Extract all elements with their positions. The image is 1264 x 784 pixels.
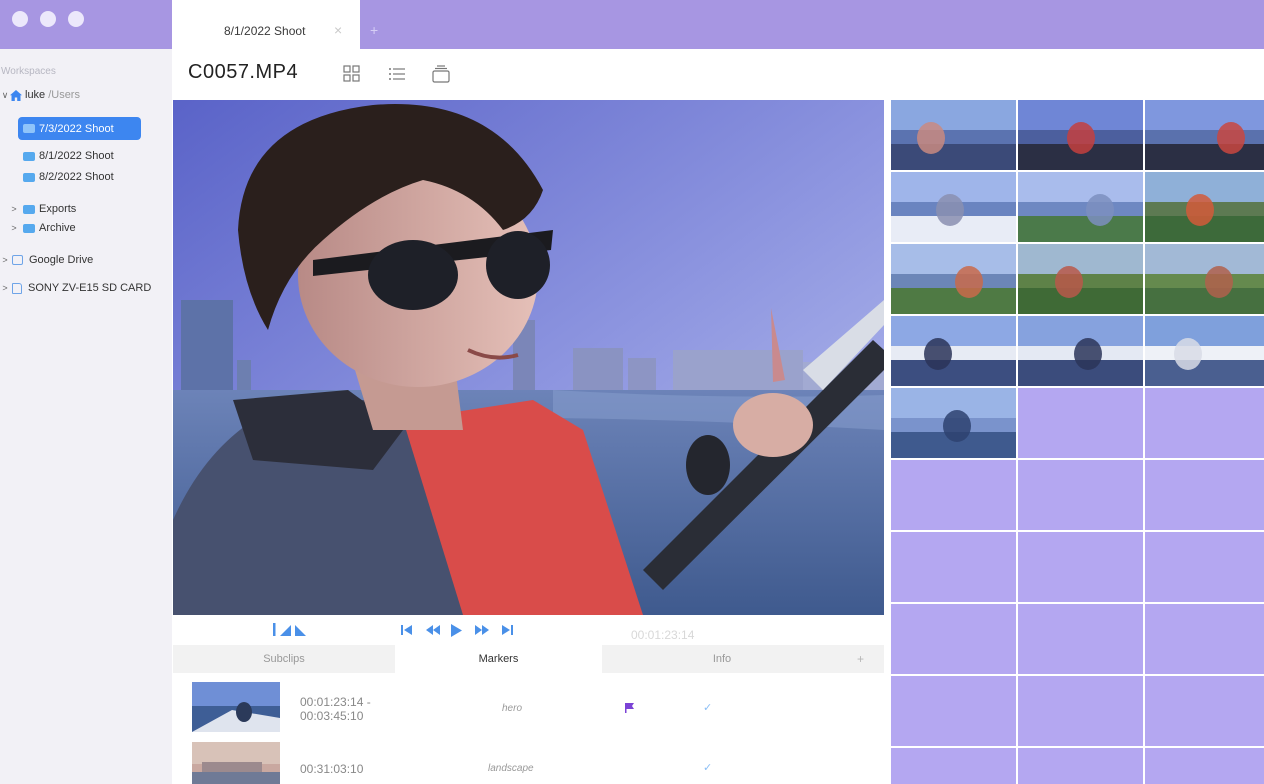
stack-view-icon[interactable] — [431, 65, 451, 83]
folder-icon — [23, 223, 35, 233]
clip-thumbnail[interactable] — [891, 316, 1016, 386]
clip-thumbnail[interactable] — [1018, 172, 1143, 242]
sidebar-item-label: 7/3/2022 Shoot — [39, 122, 114, 135]
tab-info[interactable]: Info — [602, 645, 842, 673]
empty-thumbnail-slot — [1145, 388, 1264, 458]
empty-thumbnail-slot — [1145, 676, 1264, 746]
chevron-down-icon[interactable]: ∨ — [0, 90, 10, 101]
folder-icon — [23, 151, 35, 161]
clip-thumbnail[interactable] — [1145, 244, 1264, 314]
sidebar-item-label: Google Drive — [29, 254, 94, 266]
tab-markers[interactable]: Markers — [395, 645, 602, 673]
check-icon[interactable]: ✓ — [703, 761, 712, 774]
tab-close-icon[interactable]: × — [334, 22, 342, 38]
empty-thumbnail-slot — [891, 676, 1016, 746]
sidebar-heading: Workspaces — [1, 66, 56, 77]
sidebar-item-label: Exports — [39, 203, 77, 215]
clip-thumbnail[interactable] — [1145, 172, 1264, 242]
clip-thumbnail[interactable] — [891, 172, 1016, 242]
empty-thumbnail-slot — [1018, 604, 1143, 674]
sd-card-icon — [12, 282, 22, 294]
close-window-button[interactable] — [12, 11, 28, 27]
sidebar-item-7-3-2022-shoot[interactable]: 7/3/2022 Shoot — [18, 117, 141, 140]
clip-thumbnail[interactable] — [1145, 100, 1264, 170]
sidebar-item-google-drive[interactable]: > Google Drive — [0, 250, 93, 270]
empty-thumbnail-slot — [1145, 460, 1264, 530]
timecode-display: 00:01:23:14 — [631, 628, 695, 642]
marker-thumbnail — [192, 682, 280, 732]
sidebar-item-sd-card[interactable]: > SONY ZV-E15 SD CARD — [0, 278, 151, 298]
marker-time-start: 00:31:03:10 — [300, 762, 364, 776]
video-frame-image — [173, 100, 884, 615]
minimize-window-button[interactable] — [40, 11, 56, 27]
table-row[interactable]: 00:31:03:10 landscape ✓ — [173, 740, 884, 784]
folder-icon — [23, 124, 35, 133]
folder-icon — [23, 204, 35, 214]
sidebar-item-8-1-2022-shoot[interactable]: 8/1/2022 Shoot — [23, 146, 114, 166]
video-preview[interactable] — [173, 100, 884, 615]
sidebar-item-label: SONY ZV-E15 SD CARD — [28, 282, 152, 294]
tab-subclips[interactable]: Subclips — [173, 645, 395, 673]
user-name: luke — [25, 89, 46, 101]
sidebar-item-user-home[interactable]: ∨ luke /Users — [0, 85, 80, 105]
thumbnail-grid — [890, 100, 1264, 784]
folder-icon — [23, 172, 35, 182]
marker-label: hero — [502, 703, 523, 714]
mark-in-out-icon[interactable] — [273, 623, 313, 637]
marker-time-start: 00:01:23:14 - — [300, 695, 371, 709]
marker-label: landscape — [488, 763, 534, 774]
drive-icon — [12, 255, 23, 265]
clip-thumbnail[interactable] — [1145, 316, 1264, 386]
tab-8-1-2022-shoot[interactable]: 8/1/2022 Shoot × — [172, 0, 360, 49]
grid-view-icon[interactable] — [342, 65, 362, 83]
clip-thumbnail[interactable] — [1018, 244, 1143, 314]
new-tab-button[interactable]: + — [370, 22, 378, 38]
clip-thumbnail[interactable] — [891, 244, 1016, 314]
table-row[interactable]: 00:01:23:14 - 00:03:45:10 hero ✓ — [173, 680, 884, 738]
empty-thumbnail-slot — [891, 748, 1016, 784]
chevron-right-icon[interactable]: > — [9, 223, 19, 233]
empty-thumbnail-slot — [1145, 748, 1264, 784]
clip-thumbnail[interactable] — [1018, 316, 1143, 386]
playback-controls: 00:01:23:14 — [173, 615, 884, 645]
clip-thumbnail[interactable] — [891, 100, 1016, 170]
check-icon[interactable]: ✓ — [703, 701, 712, 714]
add-panel-button[interactable]: + — [857, 652, 864, 666]
sidebar-item-label: 8/2/2022 Shoot — [39, 171, 114, 183]
clip-thumbnail[interactable] — [891, 388, 1016, 458]
toolbar: C0057.MP4 — [172, 49, 1264, 100]
empty-thumbnail-slot — [891, 460, 1016, 530]
home-icon — [10, 89, 22, 101]
empty-thumbnail-slot — [1018, 748, 1143, 784]
sidebar-item-archive[interactable]: > Archive — [9, 218, 76, 238]
flag-icon[interactable] — [624, 702, 636, 714]
clip-thumbnail[interactable] — [1018, 100, 1143, 170]
empty-thumbnail-slot — [1018, 460, 1143, 530]
empty-thumbnail-slot — [891, 604, 1016, 674]
sidebar-item-label: Archive — [39, 222, 76, 234]
chevron-right-icon[interactable]: > — [0, 255, 10, 265]
title-bar: 8/1/2022 Shoot × + — [0, 0, 1264, 49]
transport-controls-icon[interactable] — [401, 624, 521, 638]
zoom-window-button[interactable] — [68, 11, 84, 27]
empty-thumbnail-slot — [891, 532, 1016, 602]
empty-thumbnail-slot — [1145, 604, 1264, 674]
user-path: /Users — [48, 89, 80, 101]
sidebar-item-8-2-2022-shoot[interactable]: 8/2/2022 Shoot — [23, 167, 114, 187]
sidebar: Workspaces ∨ luke /Users 7/3/2022 Shoot … — [0, 49, 172, 784]
file-title: C0057.MP4 — [188, 61, 299, 83]
empty-thumbnail-slot — [1145, 532, 1264, 602]
tab-label: 8/1/2022 Shoot — [224, 24, 306, 38]
empty-thumbnail-slot — [1018, 388, 1143, 458]
sidebar-item-exports[interactable]: > Exports — [9, 199, 76, 219]
marker-time-end: 00:03:45:10 — [300, 709, 364, 723]
list-view-icon[interactable] — [387, 65, 407, 83]
empty-thumbnail-slot — [1018, 532, 1143, 602]
empty-thumbnail-slot — [1018, 676, 1143, 746]
marker-thumbnail — [192, 742, 280, 784]
sidebar-item-label: 8/1/2022 Shoot — [39, 150, 114, 162]
chevron-right-icon[interactable]: > — [9, 204, 19, 214]
panel-tabs: Subclips Markers Info + — [173, 645, 884, 673]
chevron-right-icon[interactable]: > — [0, 283, 10, 293]
